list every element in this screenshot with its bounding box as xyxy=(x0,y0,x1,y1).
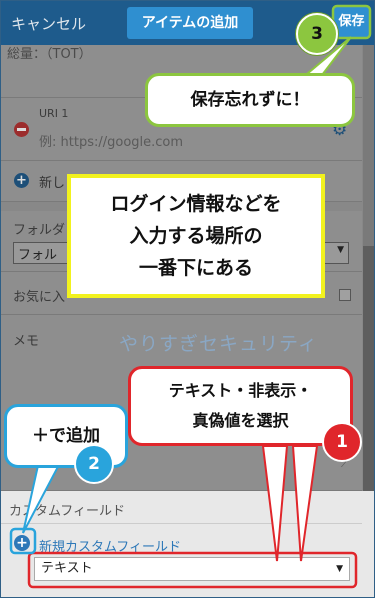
save-highlight xyxy=(331,4,372,40)
login-info-line-3: 一番下にある xyxy=(138,257,253,279)
badge-1: 1 xyxy=(322,422,362,462)
type-callout-tail-left xyxy=(261,445,289,562)
select-type-line-1: テキスト・非表示・ xyxy=(168,381,313,400)
select-type-line-2: 真偽値を選択 xyxy=(192,411,289,430)
login-info-callout: ログイン情報などを 入力する場所の 一番下にある xyxy=(67,174,325,298)
type-callout-tail-right xyxy=(291,445,319,562)
login-info-line-1: ログイン情報などを xyxy=(110,193,282,215)
badge-2: 2 xyxy=(74,444,114,484)
login-info-line-2: 入力する場所の xyxy=(129,225,263,247)
select-type-callout: テキスト・非表示・ 真偽値を選択 xyxy=(128,366,353,446)
add-callout-tail xyxy=(22,460,63,534)
save-reminder-callout: 保存忘れずに！ xyxy=(145,73,355,127)
screenshot-frame: キャンセル アイテムの追加 保存 総量：（TOT） URI 1 例: https… xyxy=(0,0,375,598)
badge-3: 3 xyxy=(296,13,338,55)
select-highlight xyxy=(27,551,358,589)
